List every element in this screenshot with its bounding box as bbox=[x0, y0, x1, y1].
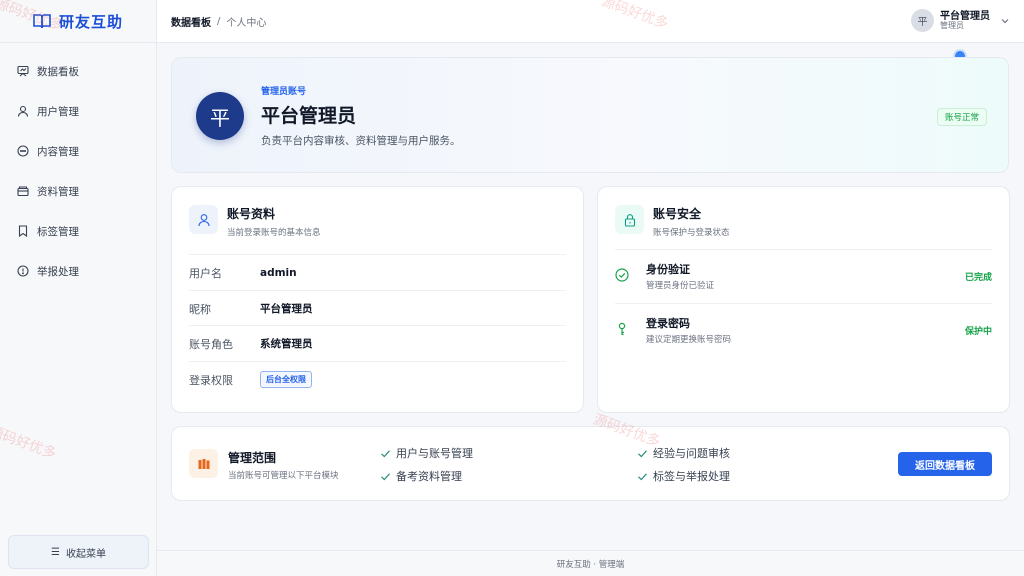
collapse-menu-label: 收起菜单 bbox=[65, 548, 106, 560]
back-to-dashboard-button[interactable]: 返回数据看板 bbox=[898, 452, 992, 476]
brand[interactable]: 研友互助 bbox=[0, 0, 156, 43]
menu-icon: ☰ bbox=[51, 546, 60, 558]
sidebar-item-materials[interactable]: 资料管理 bbox=[0, 171, 156, 211]
info-row: 登录权限 后台全权限 bbox=[189, 361, 566, 397]
security-item-state: 已完成 bbox=[964, 273, 992, 283]
sidebar: 研友互助 数据看板 用户管理 内容管理 资料管理 标签管理 举报处理 ☰ 收起菜… bbox=[0, 0, 157, 576]
footer: 研友互助 · 管理端 bbox=[157, 550, 1024, 576]
avatar: 平 bbox=[911, 9, 934, 32]
sidebar-item-label: 举报处理 bbox=[37, 265, 79, 278]
account-security-card: 账号安全 账号保护与登录状态 身份验证 管理员身份已验证 已完成 登录密码 建议… bbox=[597, 186, 1010, 413]
user-name: 平台管理员 bbox=[940, 10, 990, 22]
profile-card: 平 管理员账号 平台管理员 负责平台内容审核、资料管理与用户服务。 账号正常 bbox=[171, 57, 1009, 173]
scope-item: 用户与账号管理 bbox=[380, 445, 473, 461]
user-icon-box bbox=[189, 205, 218, 234]
info-value: admin bbox=[260, 266, 297, 279]
alert-icon bbox=[17, 265, 29, 277]
scope-item: 经验与问题审核 bbox=[637, 445, 730, 461]
info-row: 昵称 平台管理员 bbox=[189, 290, 566, 326]
scope-item: 备考资料管理 bbox=[380, 468, 462, 484]
check-icon bbox=[381, 472, 390, 480]
user-icon bbox=[197, 213, 210, 226]
breadcrumb-parent[interactable]: 数据看板 bbox=[171, 14, 211, 29]
breadcrumb-separator: / bbox=[217, 15, 221, 27]
user-role: 管理员 bbox=[940, 20, 964, 30]
bookmark-icon bbox=[18, 225, 28, 237]
profile-desc: 负责平台内容审核、资料管理与用户服务。 bbox=[261, 135, 461, 147]
sidebar-item-users[interactable]: 用户管理 bbox=[0, 91, 156, 131]
footer-text: 研友互助 · 管理端 bbox=[556, 559, 625, 570]
info-value: 平台管理员 bbox=[260, 303, 313, 315]
lock-icon-box bbox=[615, 205, 644, 234]
security-item-sub: 建议定期更换账号密码 bbox=[646, 335, 732, 345]
breadcrumb: 数据看板 / 个人中心 bbox=[171, 14, 266, 29]
scope-icon-box bbox=[189, 449, 218, 478]
sidebar-item-label: 标签管理 bbox=[37, 225, 79, 238]
check-circle-icon bbox=[615, 268, 629, 282]
sidebar-item-dashboard[interactable]: 数据看板 bbox=[0, 51, 156, 91]
account-security-title: 账号安全 bbox=[653, 207, 702, 221]
user-icon bbox=[17, 105, 29, 117]
profile-tag: 管理员账号 bbox=[261, 87, 307, 97]
security-item-identity: 身份验证 管理员身份已验证 已完成 bbox=[615, 249, 992, 303]
sidebar-nav: 数据看板 用户管理 内容管理 资料管理 标签管理 举报处理 bbox=[0, 43, 156, 291]
sidebar-item-label: 内容管理 bbox=[37, 145, 79, 158]
collapse-menu-button[interactable]: ☰ 收起菜单 bbox=[8, 535, 149, 569]
user-menu[interactable]: 平 平台管理员 管理员 bbox=[911, 9, 1010, 32]
scope-item-label: 经验与问题审核 bbox=[653, 447, 730, 460]
info-key: 登录权限 bbox=[189, 373, 233, 387]
folder-icon bbox=[17, 186, 29, 197]
scope-item-label: 备考资料管理 bbox=[396, 470, 462, 483]
book-icon bbox=[33, 14, 51, 29]
scope-item-label: 用户与账号管理 bbox=[396, 447, 473, 460]
check-icon bbox=[638, 449, 647, 457]
top-header: 数据看板 / 个人中心 平 平台管理员 管理员 bbox=[157, 0, 1024, 43]
scope-subtitle: 当前账号可管理以下平台模块 bbox=[228, 471, 339, 481]
info-value: 系统管理员 bbox=[260, 338, 313, 350]
security-item-title: 登录密码 bbox=[646, 317, 690, 330]
management-scope-card: 管理范围 当前账号可管理以下平台模块 用户与账号管理 经验与问题审核 备考资料管… bbox=[171, 426, 1010, 501]
sidebar-item-content[interactable]: 内容管理 bbox=[0, 131, 156, 171]
chevron-down-icon bbox=[1001, 18, 1009, 23]
key-icon bbox=[618, 322, 626, 336]
scope-item: 标签与举报处理 bbox=[637, 468, 730, 484]
account-info-card: 账号资料 当前登录账号的基本信息 用户名 admin 昵称 平台管理员 账号角色… bbox=[171, 186, 584, 413]
security-item-sub: 管理员身份已验证 bbox=[646, 281, 715, 291]
info-key: 用户名 bbox=[189, 266, 222, 280]
brand-name: 研友互助 bbox=[58, 12, 123, 31]
breadcrumb-current: 个人中心 bbox=[226, 17, 267, 29]
security-item-password: 登录密码 建议定期更换账号密码 保护中 bbox=[615, 303, 992, 357]
dashboard-icon bbox=[17, 65, 29, 77]
account-security-header: 账号安全 账号保护与登录状态 bbox=[615, 205, 730, 238]
info-row: 用户名 admin bbox=[189, 254, 566, 290]
account-info-subtitle: 当前登录账号的基本信息 bbox=[227, 228, 321, 238]
check-icon bbox=[381, 449, 390, 457]
message-icon bbox=[17, 145, 29, 157]
account-info-title: 账号资料 bbox=[227, 207, 276, 221]
sidebar-item-label: 数据看板 bbox=[37, 65, 79, 78]
info-key: 昵称 bbox=[189, 302, 211, 316]
scope-title: 管理范围 bbox=[228, 451, 277, 465]
sidebar-item-label: 用户管理 bbox=[37, 105, 79, 118]
sidebar-item-tags[interactable]: 标签管理 bbox=[0, 211, 156, 251]
lock-icon bbox=[624, 213, 635, 227]
info-row: 账号角色 系统管理员 bbox=[189, 325, 566, 361]
permission-badge: 后台全权限 bbox=[260, 371, 312, 388]
profile-name: 平台管理员 bbox=[261, 105, 357, 127]
sidebar-item-label: 资料管理 bbox=[37, 185, 79, 198]
profile-avatar: 平 bbox=[196, 92, 244, 140]
check-icon bbox=[638, 472, 647, 480]
security-item-title: 身份验证 bbox=[646, 263, 690, 276]
account-info-header: 账号资料 当前登录账号的基本信息 bbox=[189, 205, 321, 238]
info-key: 账号角色 bbox=[189, 337, 233, 351]
sidebar-item-reports[interactable]: 举报处理 bbox=[0, 251, 156, 291]
account-security-subtitle: 账号保护与登录状态 bbox=[653, 228, 730, 238]
bookshelf-icon bbox=[198, 458, 209, 469]
security-item-state: 保护中 bbox=[964, 327, 992, 337]
scope-item-label: 标签与举报处理 bbox=[653, 470, 730, 483]
status-badge: 账号正常 bbox=[936, 108, 987, 126]
